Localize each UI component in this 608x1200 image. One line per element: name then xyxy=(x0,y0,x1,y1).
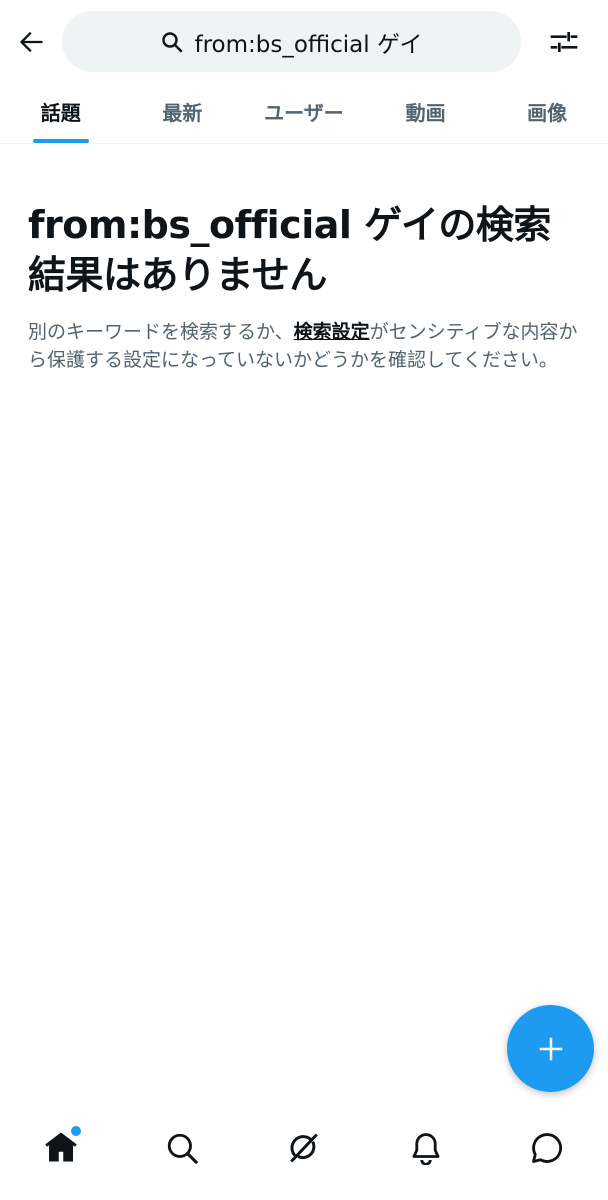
messages-icon xyxy=(532,1133,563,1163)
search-results-page: from:bs_official ゲイ 話題 最新 ユーザー 動画 画像 fro… xyxy=(0,0,608,1200)
search-query-text: from:bs_official ゲイ xyxy=(194,31,423,58)
back-button[interactable] xyxy=(10,20,54,64)
empty-state: from:bs_official ゲイの検索結果はありません 別のキーワードを検… xyxy=(28,200,580,374)
tab-images[interactable]: 画像 xyxy=(486,84,608,143)
tab-label: 最新 xyxy=(162,101,203,125)
tab-label: ユーザー xyxy=(264,101,344,125)
compose-post-button[interactable] xyxy=(507,1005,594,1092)
grok-icon xyxy=(290,1133,318,1163)
tab-label: 話題 xyxy=(40,101,81,125)
search-input[interactable]: from:bs_official ゲイ xyxy=(62,11,521,72)
tab-top[interactable]: 話題 xyxy=(0,84,122,143)
nav-notifications[interactable] xyxy=(400,1122,452,1174)
desc-text-before: 別のキーワードを検索するか、 xyxy=(28,321,294,343)
tab-label: 画像 xyxy=(527,101,568,125)
nav-explore[interactable] xyxy=(156,1122,208,1174)
filter-sliders-icon xyxy=(550,32,578,52)
plus-icon xyxy=(539,1037,562,1060)
bottom-navigation xyxy=(0,1100,608,1200)
search-tabs: 話題 最新 ユーザー 動画 画像 xyxy=(0,84,608,144)
back-arrow-icon xyxy=(19,31,43,53)
nav-home[interactable] xyxy=(35,1122,87,1174)
empty-state-title: from:bs_official ゲイの検索結果はありません xyxy=(28,203,551,297)
tab-label: 動画 xyxy=(405,101,446,125)
tab-users[interactable]: ユーザー xyxy=(243,84,365,143)
notification-dot xyxy=(70,1126,81,1136)
search-icon xyxy=(168,1133,199,1164)
tab-latest[interactable]: 最新 xyxy=(122,84,244,143)
search-filter-button[interactable] xyxy=(542,20,586,64)
search-settings-link[interactable]: 検索設定 xyxy=(294,321,370,343)
active-tab-indicator xyxy=(32,139,89,143)
nav-grok[interactable] xyxy=(278,1122,330,1174)
tab-videos[interactable]: 動画 xyxy=(365,84,487,143)
notifications-bell-icon xyxy=(412,1133,440,1165)
top-bar: from:bs_official ゲイ xyxy=(0,0,608,84)
search-icon xyxy=(162,31,183,52)
empty-state-description: 別のキーワードを検索するか、検索設定がセンシティブな内容から保護する設定になって… xyxy=(28,318,580,374)
nav-messages[interactable] xyxy=(521,1122,573,1174)
